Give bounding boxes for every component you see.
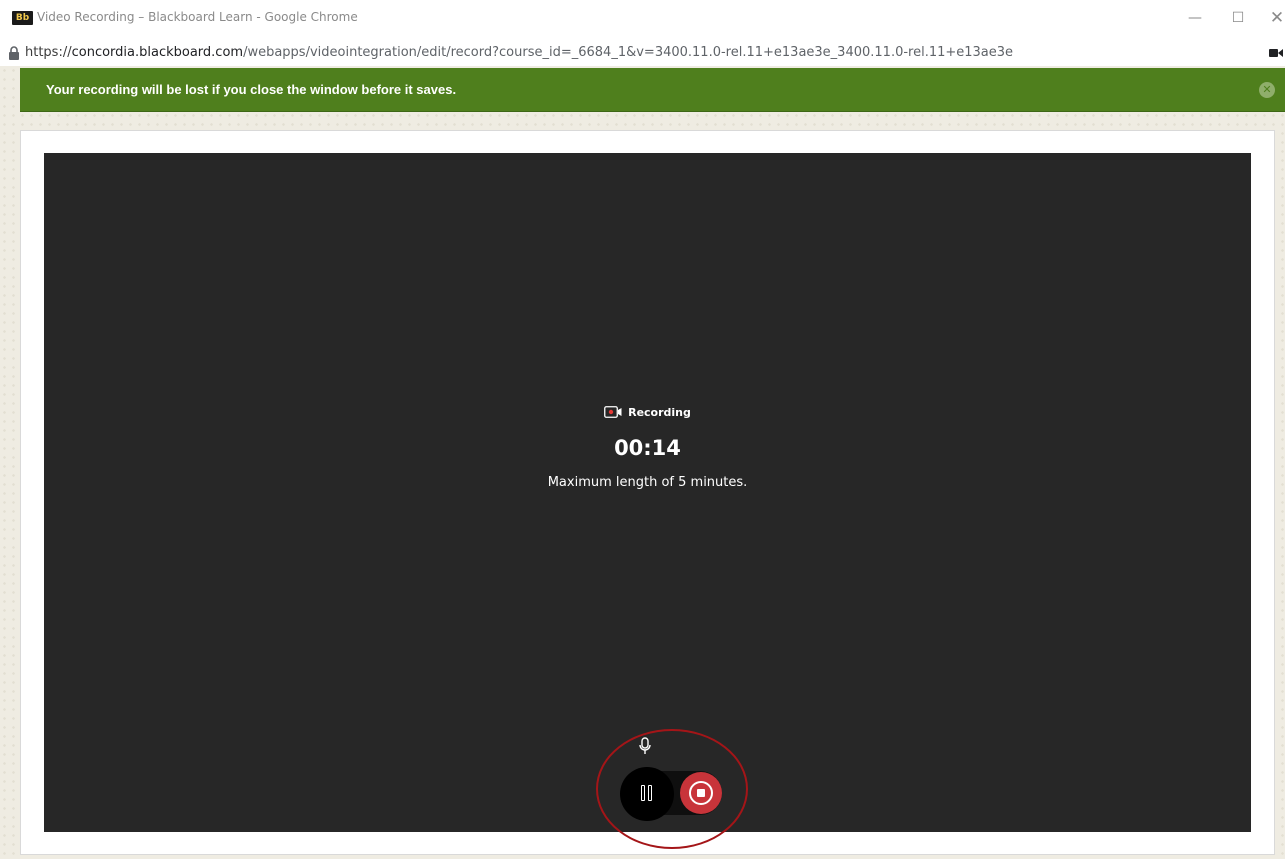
stop-icon xyxy=(697,789,705,797)
url-host: concordia.blackboard.com xyxy=(71,45,244,60)
browser-window: Bb Video Recording – Blackboard Learn - … xyxy=(0,0,1285,859)
recording-timer: 00:14 xyxy=(614,436,681,460)
window-title: Video Recording – Blackboard Learn - Goo… xyxy=(37,10,358,24)
blackboard-logo-icon: Bb xyxy=(12,11,33,25)
recording-status: Recording xyxy=(44,405,1251,421)
recording-label: Recording xyxy=(628,406,691,419)
pause-icon xyxy=(641,785,645,801)
notice-message: Your recording will be lost if you close… xyxy=(46,82,457,97)
url-path: /webapps/videointegration/edit/record?co… xyxy=(243,45,1014,60)
record-video-icon xyxy=(604,406,622,418)
maximize-button[interactable]: ☐ xyxy=(1223,6,1253,30)
close-window-button[interactable]: ✕ xyxy=(1262,6,1285,30)
stop-button[interactable] xyxy=(680,772,722,814)
minimize-button[interactable]: — xyxy=(1180,6,1210,30)
pause-icon xyxy=(648,785,652,801)
max-length-text: Maximum length of 5 minutes. xyxy=(547,475,748,490)
recording-controls xyxy=(620,767,726,821)
video-preview: Recording 00:14 Maximum length of 5 minu… xyxy=(44,153,1251,832)
camera-in-use-icon[interactable] xyxy=(1269,48,1283,58)
address-bar[interactable]: https://concordia.blackboard.com/webapps… xyxy=(0,40,1285,66)
pause-button[interactable] xyxy=(620,767,674,821)
lock-icon xyxy=(9,46,19,60)
title-bar: Bb Video Recording – Blackboard Learn - … xyxy=(0,0,1285,40)
warning-notice: Your recording will be lost if you close… xyxy=(20,68,1285,112)
url-text[interactable]: https://concordia.blackboard.com/webapps… xyxy=(25,45,1013,60)
url-scheme: https:// xyxy=(25,45,72,60)
microphone-icon[interactable] xyxy=(638,737,652,755)
notice-close-icon[interactable]: ✕ xyxy=(1259,82,1275,98)
